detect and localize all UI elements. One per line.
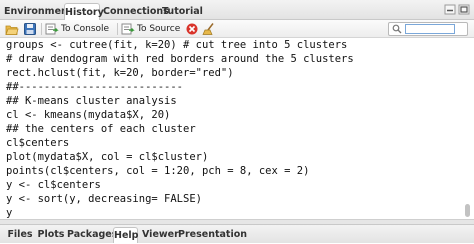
- tab-viewer[interactable]: Viewer: [142, 227, 179, 243]
- to-source-label: To Source: [137, 24, 181, 34]
- save-history-icon[interactable]: [23, 22, 37, 36]
- tab-environment[interactable]: Environment: [4, 3, 72, 20]
- bottom-tab-bar: Files Plots Packages Help Viewer Present…: [0, 224, 474, 243]
- history-entry[interactable]: y <- cl$centers: [6, 178, 101, 192]
- history-entry[interactable]: points(cl$centers, col = 1:20, pch = 8, …: [6, 164, 309, 178]
- tab-plots[interactable]: Plots: [37, 227, 65, 243]
- to-console-icon: [45, 23, 59, 35]
- history-entry[interactable]: # draw dendogram with red borders around…: [6, 52, 354, 66]
- toolbar-separator: [41, 23, 42, 35]
- vertical-scrollbar[interactable]: [462, 38, 474, 219]
- maximize-pane-icon[interactable]: [458, 4, 470, 15]
- clear-history-broom-icon[interactable]: [202, 22, 216, 36]
- to-console-button[interactable]: To Console: [45, 22, 109, 36]
- scrollbar-thumb[interactable]: [465, 204, 470, 217]
- history-entry[interactable]: cl <- kmeans(mydata$X, 20): [6, 108, 170, 122]
- toolbar-separator: [117, 23, 118, 35]
- history-entry[interactable]: ## the centers of each cluster: [6, 122, 196, 136]
- to-source-button[interactable]: To Source: [121, 22, 183, 36]
- tab-packages[interactable]: Packages: [67, 227, 117, 243]
- history-entry[interactable]: y <- sort(y, decreasing= FALSE): [6, 192, 202, 206]
- tab-files[interactable]: Files: [5, 227, 35, 243]
- history-entry[interactable]: rect.hclust(fit, k=20, border="red"): [6, 66, 234, 80]
- top-tab-bar: Environment History Connections Tutorial: [0, 0, 474, 20]
- history-entry[interactable]: cl$centers: [6, 136, 69, 150]
- history-list: groups <- cutree(fit, k=20) # cut tree i…: [0, 38, 462, 219]
- tab-connections[interactable]: Connections: [103, 3, 169, 20]
- history-toolbar: To Console To Source: [0, 20, 474, 38]
- to-source-icon: [121, 23, 135, 35]
- load-history-icon[interactable]: [5, 22, 19, 36]
- history-entry[interactable]: ## K-means cluster analysis: [6, 94, 177, 108]
- history-entry[interactable]: plot(mydata$X, col = cl$cluster): [6, 150, 208, 164]
- tab-presentation[interactable]: Presentation: [178, 227, 247, 243]
- search-icon: [392, 24, 402, 34]
- history-entry[interactable]: groups <- cutree(fit, k=20) # cut tree i…: [6, 38, 347, 52]
- minimize-pane-icon[interactable]: [444, 4, 456, 15]
- search-box[interactable]: [388, 22, 468, 36]
- tab-history[interactable]: History: [64, 3, 104, 20]
- remove-entry-icon[interactable]: [185, 22, 199, 36]
- history-entry[interactable]: ##--------------------------: [6, 80, 183, 94]
- tab-help[interactable]: Help: [113, 227, 138, 243]
- history-entry[interactable]: y: [6, 206, 12, 219]
- search-input[interactable]: [405, 24, 455, 34]
- tab-tutorial[interactable]: Tutorial: [162, 3, 203, 20]
- to-console-label: To Console: [61, 24, 110, 34]
